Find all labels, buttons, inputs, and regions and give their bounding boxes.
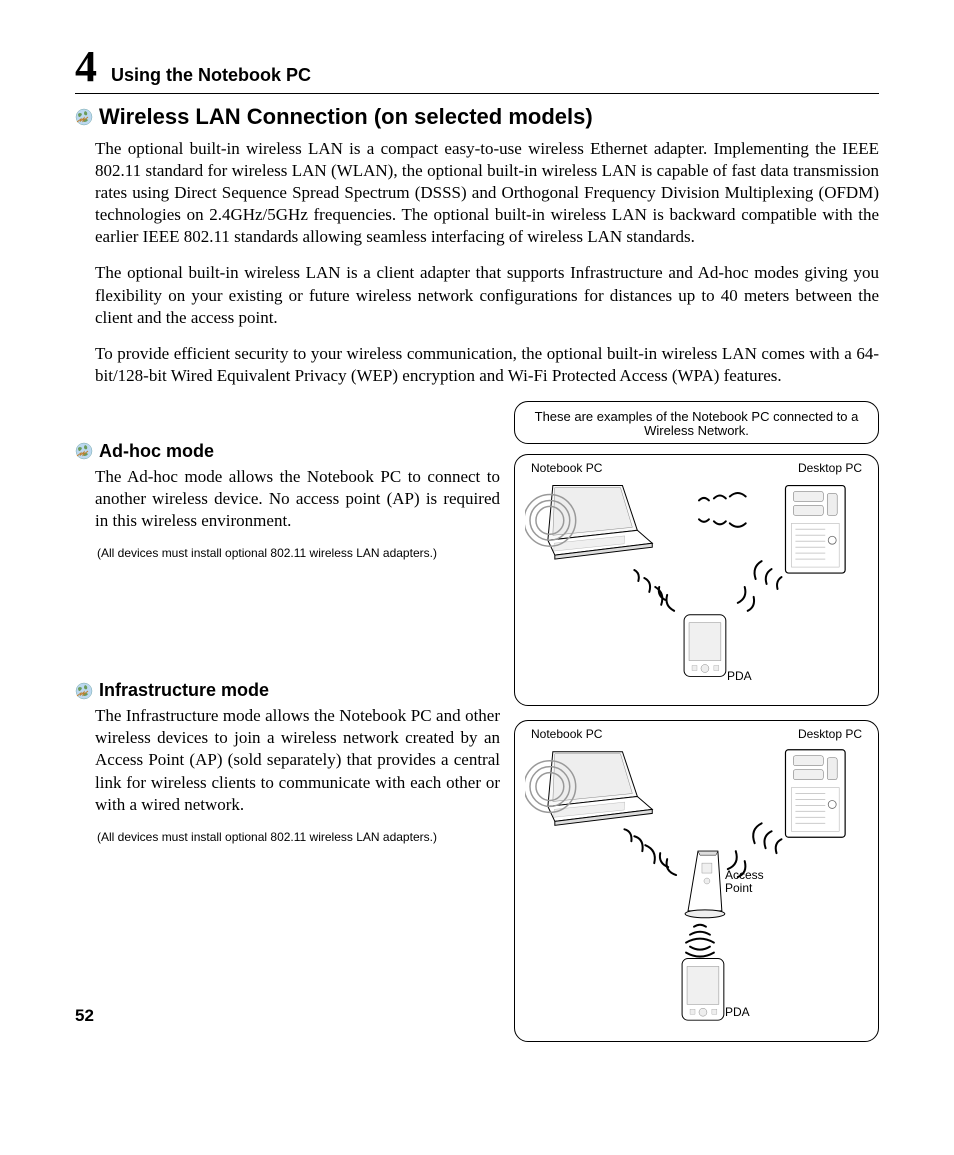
pda-icon [682, 958, 724, 1020]
right-column: These are examples of the Notebook PC co… [514, 401, 879, 1056]
adhoc-section: Ad-hoc mode The Ad-hoc mode allows the N… [75, 441, 500, 560]
section-heading-text: Wireless LAN Connection (on selected mod… [99, 104, 593, 130]
label-pda: PDA [725, 1005, 750, 1019]
desktop-icon [785, 485, 845, 572]
infra-section: Infrastructure mode The Infrastructure m… [75, 680, 500, 843]
paragraph-1: The optional built-in wireless LAN is a … [95, 138, 879, 248]
label-notebook: Notebook PC [531, 461, 602, 475]
infra-note: (All devices must install optional 802.1… [97, 830, 500, 844]
globe-icon [75, 108, 93, 126]
access-point-icon [685, 851, 725, 918]
label-pda: PDA [727, 669, 752, 683]
globe-icon [75, 442, 93, 460]
adhoc-heading: Ad-hoc mode [75, 441, 500, 462]
infra-heading-text: Infrastructure mode [99, 680, 269, 701]
diagram-caption: These are examples of the Notebook PC co… [514, 401, 879, 444]
chapter-header: 4 Using the Notebook PC [75, 45, 879, 94]
label-access-point: AccessPoint [725, 869, 775, 895]
label-notebook: Notebook PC [531, 727, 602, 741]
infra-diagram: Notebook PC Desktop PC AccessPoint PDA [514, 720, 879, 1042]
infra-heading: Infrastructure mode [75, 680, 500, 701]
desktop-icon [785, 749, 845, 836]
adhoc-diagram: Notebook PC Desktop PC PDA [514, 454, 879, 706]
section-heading: Wireless LAN Connection (on selected mod… [75, 104, 879, 130]
paragraph-2: The optional built-in wireless LAN is a … [95, 262, 879, 328]
label-desktop: Desktop PC [798, 727, 862, 741]
left-column: Ad-hoc mode The Ad-hoc mode allows the N… [75, 401, 500, 1056]
pda-icon [684, 614, 726, 676]
page-number: 52 [75, 1006, 94, 1026]
paragraph-3: To provide efficient security to your wi… [95, 343, 879, 387]
label-desktop: Desktop PC [798, 461, 862, 475]
adhoc-heading-text: Ad-hoc mode [99, 441, 214, 462]
chapter-title: Using the Notebook PC [111, 65, 311, 86]
document-page: 4 Using the Notebook PC Wireless LAN Con… [0, 0, 954, 1086]
adhoc-note: (All devices must install optional 802.1… [97, 546, 500, 560]
adhoc-body: The Ad-hoc mode allows the Notebook PC t… [95, 466, 500, 532]
globe-icon [75, 682, 93, 700]
two-column-layout: Ad-hoc mode The Ad-hoc mode allows the N… [75, 401, 879, 1056]
infra-body: The Infrastructure mode allows the Noteb… [95, 705, 500, 815]
chapter-number: 4 [75, 45, 97, 89]
